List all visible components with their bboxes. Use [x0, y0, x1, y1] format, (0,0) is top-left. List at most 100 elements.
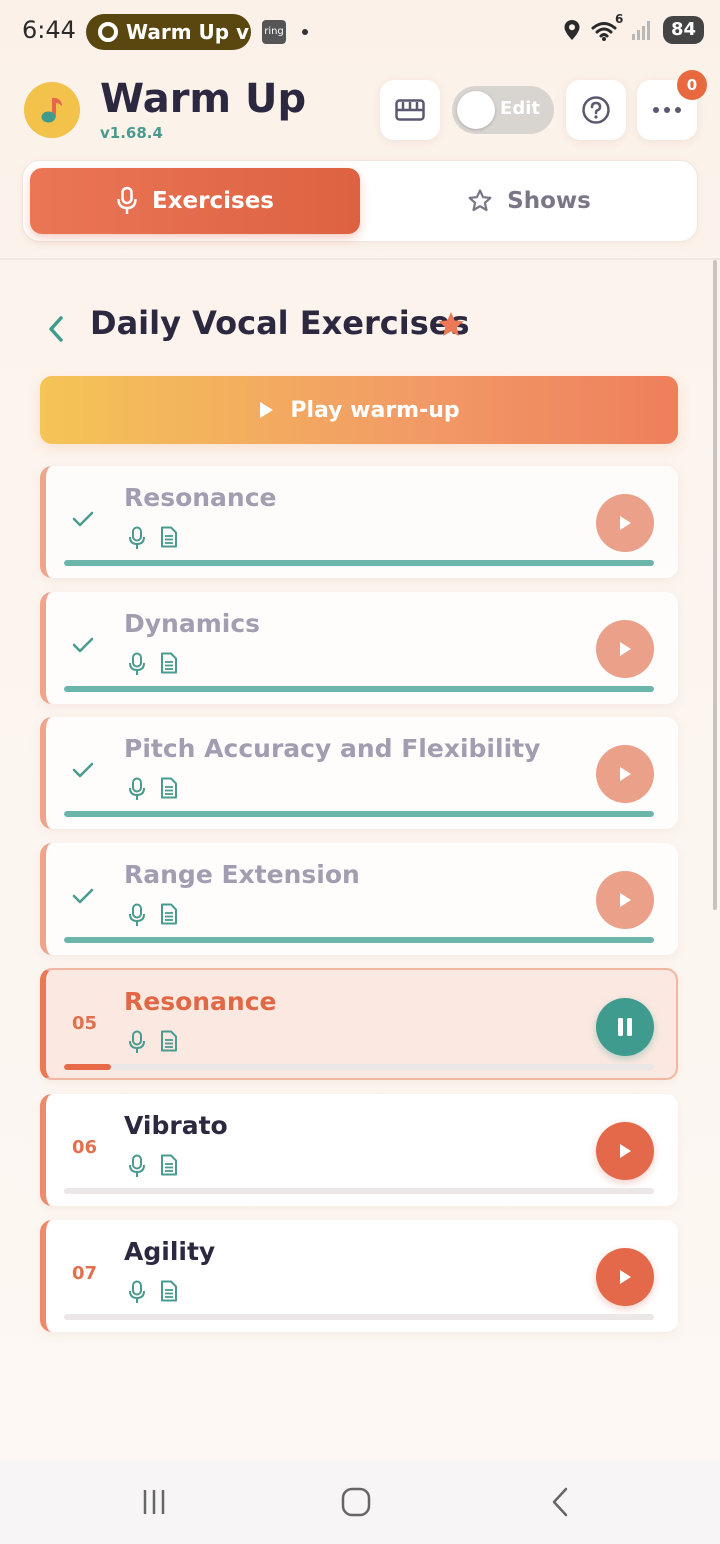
play-icon	[620, 642, 631, 656]
location-icon	[564, 20, 580, 40]
piano-button[interactable]	[380, 80, 440, 140]
play-exercise-button[interactable]	[596, 620, 654, 678]
pause-exercise-button[interactable]	[596, 998, 654, 1056]
exercise-icons	[128, 1280, 178, 1304]
exercise-number: 07	[72, 1262, 98, 1284]
document-icon	[161, 1030, 177, 1052]
active-app-pill[interactable]: Warm Up v	[86, 14, 251, 50]
active-app-label: Warm Up v	[126, 20, 250, 44]
system-nav-bar	[0, 1460, 720, 1544]
play-exercise-button[interactable]	[596, 1122, 654, 1180]
exercise-card[interactable]: 06 Vibrato	[40, 1094, 678, 1206]
home-button[interactable]	[336, 1482, 376, 1522]
exercise-card[interactable]: Range Extension	[40, 843, 678, 955]
exercise-icons	[128, 903, 178, 927]
system-back-button[interactable]	[540, 1482, 580, 1522]
tab-exercises[interactable]: Exercises	[30, 168, 360, 234]
exercise-card[interactable]: Resonance	[40, 466, 678, 578]
toggle-knob	[457, 91, 495, 129]
tab-exercises-label: Exercises	[152, 188, 274, 214]
more-notifications-dot	[302, 29, 308, 35]
play-icon	[620, 516, 631, 530]
exercise-title: Pitch Accuracy and Flexibility	[124, 734, 541, 763]
mic-icon	[117, 186, 137, 214]
star-icon	[468, 189, 492, 212]
pause-icon	[618, 1018, 632, 1036]
mic-icon	[129, 1280, 145, 1303]
app-header: Warm Up v1.68.4 Edit	[0, 62, 720, 162]
mic-icon	[129, 1154, 145, 1177]
edit-toggle[interactable]: Edit	[452, 86, 554, 134]
play-icon	[620, 1270, 631, 1284]
recents-button[interactable]	[134, 1482, 174, 1522]
mic-icon	[129, 777, 145, 800]
status-time: 6:44	[22, 16, 76, 44]
exercise-progress	[64, 560, 654, 566]
exercise-title: Resonance	[124, 483, 277, 512]
document-icon	[161, 777, 177, 799]
chevron-left-icon	[49, 316, 63, 342]
play-exercise-button[interactable]	[596, 1248, 654, 1306]
exercise-title: Resonance	[124, 987, 277, 1016]
completed-check	[72, 755, 112, 785]
exercise-icons	[128, 777, 178, 801]
more-dots-icon	[653, 107, 681, 113]
header-divider	[0, 258, 720, 260]
mic-icon	[129, 903, 145, 926]
exercise-number: 05	[72, 1012, 98, 1034]
exercise-progress	[64, 811, 654, 817]
exercise-icons	[128, 652, 178, 676]
check-icon	[72, 888, 94, 904]
exercise-title: Range Extension	[124, 860, 360, 889]
play-exercise-button[interactable]	[596, 745, 654, 803]
mic-icon	[129, 652, 145, 675]
exercise-progress	[64, 686, 654, 692]
notification-badge: 0	[677, 70, 707, 100]
recents-icon	[143, 1490, 165, 1514]
play-icon	[260, 402, 274, 418]
favorite-star-icon[interactable]	[436, 310, 466, 340]
chrome-icon	[98, 22, 118, 42]
scrollbar[interactable]	[713, 260, 717, 910]
exercise-card[interactable]: Pitch Accuracy and Flexibility	[40, 717, 678, 829]
help-button[interactable]	[566, 80, 626, 140]
play-warmup-label: Play warm-up	[290, 397, 460, 423]
completed-check	[72, 504, 112, 534]
wifi-label: 6	[614, 12, 624, 26]
back-button[interactable]	[46, 312, 72, 346]
tab-shows[interactable]: Shows	[368, 168, 690, 234]
battery-indicator: 84	[662, 16, 704, 44]
document-icon	[161, 526, 177, 548]
play-exercise-button[interactable]	[596, 494, 654, 552]
play-warmup-button[interactable]: Play warm-up	[40, 376, 678, 444]
exercise-icons	[128, 1154, 178, 1178]
wifi-icon: 6	[591, 12, 623, 42]
tab-shows-label: Shows	[507, 188, 591, 214]
status-icons: 6 84	[563, 12, 704, 44]
check-icon	[72, 762, 94, 778]
ring-notification-icon: ring	[262, 20, 286, 44]
mic-icon	[129, 526, 145, 549]
exercise-card[interactable]: Dynamics	[40, 592, 678, 704]
mic-icon	[129, 1030, 145, 1053]
document-icon	[161, 1154, 177, 1176]
signal-icon	[631, 21, 650, 40]
document-icon	[161, 652, 177, 674]
home-icon	[341, 1487, 371, 1517]
piano-icon	[395, 99, 425, 121]
exercise-progress	[64, 1188, 654, 1194]
exercise-progress	[64, 1064, 654, 1070]
back-arrow-icon	[552, 1487, 568, 1517]
exercise-title: Vibrato	[124, 1111, 228, 1140]
exercise-card-playing[interactable]: 05 Resonance	[40, 968, 678, 1080]
exercise-card[interactable]: 07 Agility	[40, 1220, 678, 1332]
help-icon	[582, 96, 610, 124]
edit-toggle-label: Edit	[500, 98, 540, 119]
app-logo	[24, 82, 80, 138]
music-note-icon	[41, 98, 62, 123]
app-version: v1.68.4	[100, 124, 163, 142]
completed-check	[72, 881, 112, 911]
play-icon	[620, 767, 631, 781]
check-icon	[72, 511, 94, 527]
play-exercise-button[interactable]	[596, 871, 654, 929]
